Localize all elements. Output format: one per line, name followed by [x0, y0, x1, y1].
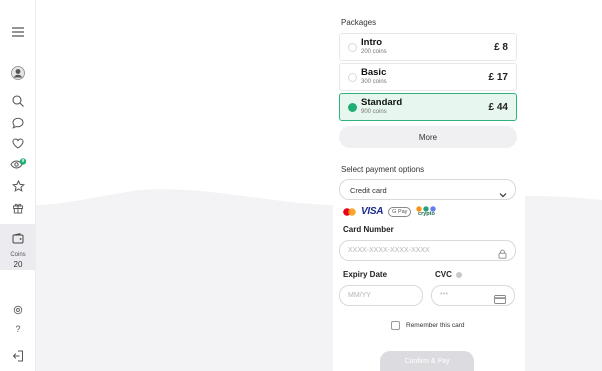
package-price: £ 17 — [488, 72, 508, 83]
package-coins: 200 coins — [361, 49, 387, 55]
payment-logos: VISA G Pay crypto — [343, 203, 437, 221]
logout-icon[interactable] — [0, 350, 36, 362]
more-packages-button[interactable]: More — [339, 126, 517, 148]
package-basic[interactable]: Basic 300 coins £ 17 — [339, 63, 517, 91]
expiry-placeholder: MM/YY — [348, 292, 371, 299]
confirm-pay-button[interactable]: Confirm & Pay — [380, 351, 474, 371]
payment-method-select[interactable]: Credit card — [339, 179, 516, 200]
package-coins: 900 coins — [361, 109, 387, 115]
card-number-label: Card Number — [343, 225, 394, 234]
coins-widget[interactable]: Coins 20 — [0, 224, 36, 270]
coins-value: 20 — [13, 260, 23, 269]
expiry-label: Expiry Date — [343, 270, 388, 279]
package-name: Intro — [361, 37, 383, 48]
lock-icon — [498, 246, 507, 264]
search-icon[interactable] — [0, 95, 36, 107]
eye-icon[interactable]: 0 — [0, 158, 36, 170]
visa-logo: VISA — [361, 206, 384, 217]
cvc-placeholder: *** — [440, 292, 449, 299]
gpay-logo: G Pay — [388, 206, 412, 217]
packages-title: Packages — [341, 18, 377, 27]
coins-label: Coins — [10, 252, 26, 258]
package-name: Basic — [361, 67, 387, 78]
payment-title: Select payment options — [341, 165, 425, 174]
chevron-down-icon — [499, 186, 507, 204]
card-number-placeholder: XXXX-XXXX-XXXX-XXXX — [348, 247, 430, 254]
card-number-input[interactable]: XXXX-XXXX-XXXX-XXXX — [339, 240, 516, 261]
heart-icon[interactable] — [0, 138, 36, 149]
sidebar: 0 Coins 20 ? — [0, 0, 36, 371]
help-icon[interactable]: ? — [0, 324, 36, 334]
crypto-logo: crypto — [416, 206, 437, 217]
menu-icon[interactable] — [0, 27, 36, 37]
crypto-label: crypto — [418, 211, 435, 217]
package-coins: 300 coins — [361, 79, 387, 85]
package-radio[interactable] — [348, 73, 357, 82]
mastercard-icon — [343, 203, 356, 221]
expiry-input[interactable]: MM/YY — [339, 285, 423, 306]
cvc-label-wrap: CVC — [435, 270, 462, 279]
card-icon — [494, 291, 506, 309]
package-radio-selected[interactable] — [348, 103, 357, 112]
package-name: Standard — [361, 97, 403, 108]
package-price: £ 44 — [488, 102, 508, 113]
gift-icon[interactable] — [0, 202, 36, 214]
payment-panel: Select payment options Credit card VISA … — [333, 158, 525, 371]
remember-card-row[interactable]: Remember this card — [391, 321, 465, 330]
package-standard[interactable]: Standard 900 coins £ 44 — [339, 93, 517, 121]
wallet-icon — [12, 231, 24, 249]
star-icon[interactable] — [0, 180, 36, 192]
package-intro[interactable]: Intro 200 coins £ 8 — [339, 33, 517, 61]
info-icon[interactable] — [455, 271, 462, 278]
notification-badge: 0 — [21, 158, 25, 163]
packages-panel: Packages Intro 200 coins £ 8 Basic 300 c… — [333, 11, 525, 153]
cvc-label: CVC — [435, 270, 452, 279]
package-radio[interactable] — [348, 43, 357, 52]
cvc-input[interactable]: *** — [431, 285, 515, 306]
remember-label: Remember this card — [406, 322, 465, 329]
avatar[interactable] — [0, 66, 36, 80]
settings-icon[interactable] — [0, 305, 36, 315]
chat-icon[interactable] — [0, 117, 36, 129]
package-price: £ 8 — [494, 42, 508, 53]
payment-method-value: Credit card — [350, 186, 387, 195]
remember-checkbox[interactable] — [391, 321, 400, 330]
